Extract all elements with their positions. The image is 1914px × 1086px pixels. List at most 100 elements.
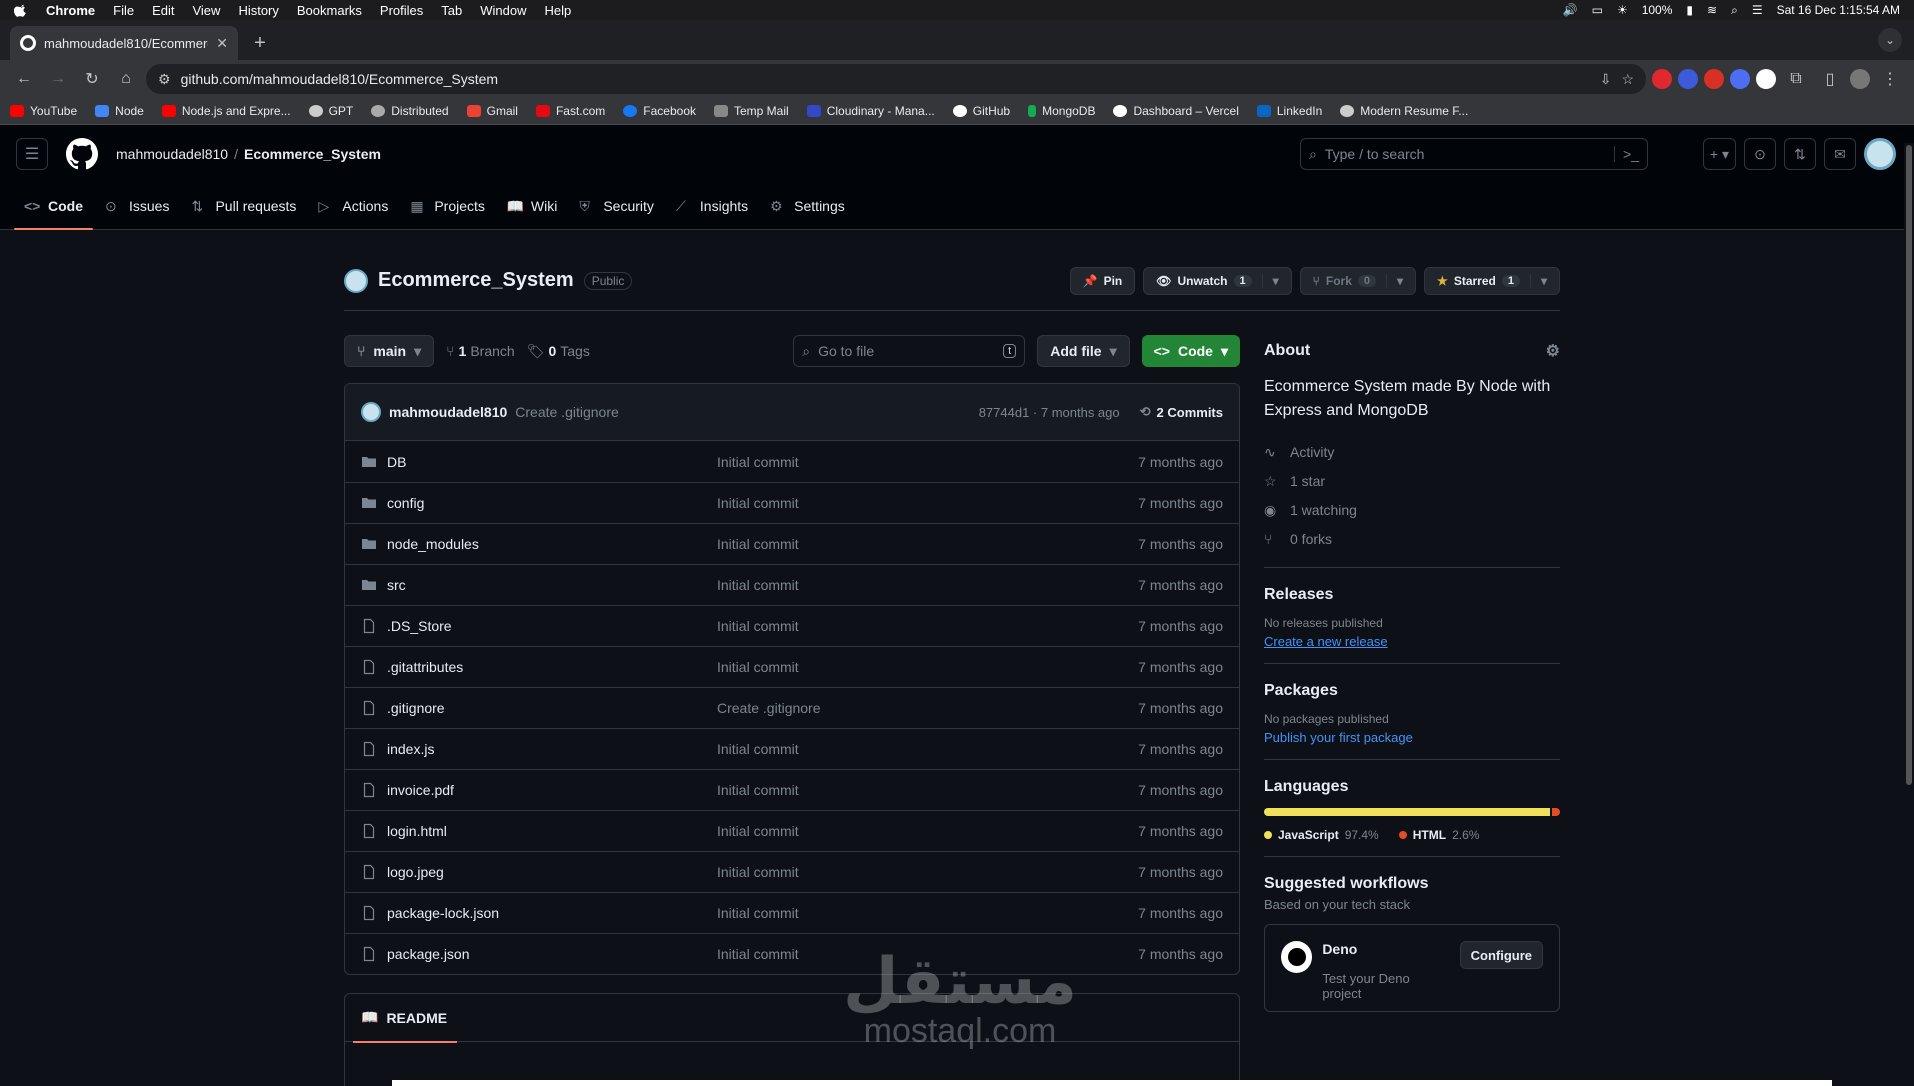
side-panel-icon[interactable]: ▯ <box>1816 65 1844 93</box>
close-tab-icon[interactable]: ✕ <box>216 35 228 52</box>
github-logo-icon[interactable] <box>66 138 98 170</box>
tab-projects[interactable]: ▦ Projects <box>402 198 493 230</box>
back-icon[interactable]: ← <box>10 65 38 93</box>
commit-sha-time[interactable]: 87744d1 · 7 months ago <box>979 405 1120 420</box>
file-commit-message[interactable]: Initial commit <box>717 577 1138 593</box>
file-name[interactable]: .gitattributes <box>387 659 717 675</box>
forward-icon[interactable]: → <box>44 65 72 93</box>
menu-window[interactable]: Window <box>480 3 526 18</box>
commit-author[interactable]: mahmoudadel810 <box>389 404 507 420</box>
bookmark-github[interactable]: GitHub <box>952 104 1010 118</box>
extension-refresh-icon[interactable] <box>1704 69 1724 89</box>
extension-translate-icon[interactable] <box>1730 69 1750 89</box>
user-avatar[interactable] <box>1864 138 1896 170</box>
tab-security[interactable]: ⛨ Security <box>571 198 662 230</box>
starred-button[interactable]: ★ Starred 1 ▾ <box>1424 266 1560 295</box>
file-name[interactable]: invoice.pdf <box>387 782 717 798</box>
wifi-icon[interactable]: ≋ <box>1707 3 1717 17</box>
table-row[interactable]: .DS_Store Initial commit 7 months ago <box>345 605 1239 646</box>
extension-blue-icon[interactable] <box>1678 69 1698 89</box>
forks-link[interactable]: ⑂ 0 forks <box>1264 524 1560 553</box>
publish-package-link[interactable]: Publish your first package <box>1264 730 1560 745</box>
readme-tab[interactable]: 📖 README <box>352 994 458 1043</box>
file-commit-message[interactable]: Initial commit <box>717 659 1138 675</box>
bookmark-mongodb[interactable]: MongoDB <box>1028 104 1095 118</box>
browser-menu-icon[interactable]: ⋮ <box>1876 65 1904 93</box>
battery-icon[interactable]: ▮ <box>1686 3 1693 17</box>
menu-edit[interactable]: Edit <box>152 3 174 18</box>
table-row[interactable]: logo.jpeg Initial commit 7 months ago <box>345 851 1239 892</box>
file-commit-message[interactable]: Initial commit <box>717 454 1138 470</box>
tab-issues[interactable]: ⊙ Issues <box>97 198 177 230</box>
apple-icon[interactable] <box>14 3 28 17</box>
browser-tab[interactable]: mahmoudadel810/Ecommerce ✕ <box>10 26 238 60</box>
table-row[interactable]: node_modules Initial commit 7 months ago <box>345 523 1239 564</box>
file-name[interactable]: index.js <box>387 741 717 757</box>
issues-icon[interactable]: ⊙ <box>1744 138 1776 170</box>
file-name[interactable]: .DS_Store <box>387 618 717 634</box>
tab-pull-requests[interactable]: ⇅ Pull requests <box>183 198 304 230</box>
bookmark-linkedin[interactable]: LinkedIn <box>1256 104 1322 118</box>
scrollbar-thumb[interactable] <box>1906 145 1912 785</box>
bookmark-star-icon[interactable]: ☆ <box>1621 71 1634 88</box>
file-name[interactable]: package-lock.json <box>387 905 717 921</box>
file-name[interactable]: logo.jpeg <box>387 864 717 880</box>
stars-link[interactable]: ☆ 1 star <box>1264 466 1560 495</box>
file-name[interactable]: config <box>387 495 717 511</box>
file-commit-message[interactable]: Initial commit <box>717 536 1138 552</box>
file-commit-message[interactable]: Initial commit <box>717 905 1138 921</box>
table-row[interactable]: src Initial commit 7 months ago <box>345 564 1239 605</box>
control-center-icon[interactable]: ☰ <box>1752 3 1763 17</box>
table-row[interactable]: .gitattributes Initial commit 7 months ago <box>345 646 1239 687</box>
releases-title[interactable]: Releases <box>1264 586 1560 604</box>
tab-wiki[interactable]: 📖 Wiki <box>499 198 565 230</box>
table-row[interactable]: package.json Initial commit 7 months ago <box>345 933 1239 974</box>
display-icon[interactable]: ▭ <box>1592 3 1603 17</box>
configure-button[interactable]: Configure <box>1459 941 1543 969</box>
inbox-icon[interactable]: ✉ <box>1824 138 1856 170</box>
extension-red-icon[interactable] <box>1652 69 1672 89</box>
breadcrumb-owner[interactable]: mahmoudadel810 <box>116 146 228 162</box>
file-name[interactable]: src <box>387 577 717 593</box>
pull-requests-icon[interactable]: ⇅ <box>1784 138 1816 170</box>
file-commit-message[interactable]: Initial commit <box>717 823 1138 839</box>
url-text[interactable]: github.com/mahmoudadel810/Ecommerce_Syst… <box>181 71 1590 87</box>
github-search-input[interactable]: ⌕ Type / to search >_ <box>1300 138 1648 170</box>
table-row[interactable]: login.html Initial commit 7 months ago <box>345 810 1239 851</box>
hamburger-menu-icon[interactable]: ☰ <box>16 138 48 170</box>
table-row[interactable]: package-lock.json Initial commit 7 months … <box>345 892 1239 933</box>
table-row[interactable]: config Initial commit 7 months ago <box>345 482 1239 523</box>
bookmark-distributed[interactable]: Distributed <box>371 104 449 118</box>
file-commit-message[interactable]: Create .gitignore <box>717 700 1138 716</box>
file-name[interactable]: package.json <box>387 946 717 962</box>
bookmark-nodejs-express[interactable]: Node.js and Expre... <box>161 104 291 118</box>
go-to-file-input[interactable]: ⌕ Go to file t <box>793 335 1026 367</box>
file-commit-message[interactable]: Initial commit <box>717 495 1138 511</box>
command-palette-icon[interactable]: >_ <box>1614 146 1639 162</box>
battery-percent[interactable]: 100% <box>1642 3 1673 17</box>
chevron-down-icon[interactable]: ▾ <box>1529 273 1547 288</box>
spotlight-icon[interactable]: ⌕ <box>1731 3 1738 18</box>
file-name[interactable]: .gitignore <box>387 700 717 716</box>
brightness-icon[interactable]: ☀ <box>1617 3 1628 17</box>
bookmark-modern-resume[interactable]: Modern Resume F... <box>1340 104 1468 118</box>
table-row[interactable]: invoice.pdf Initial commit 7 months ago <box>345 769 1239 810</box>
reload-icon[interactable]: ↻ <box>78 65 106 93</box>
chevron-down-icon[interactable]: ▾ <box>1261 273 1279 288</box>
file-commit-message[interactable]: Initial commit <box>717 741 1138 757</box>
site-info-icon[interactable]: ⚙ <box>158 71 171 88</box>
file-name[interactable]: DB <box>387 454 717 470</box>
activity-link[interactable]: ∿ Activity <box>1264 437 1560 466</box>
pin-button[interactable]: 📌 Pin <box>1069 266 1136 295</box>
file-name[interactable]: node_modules <box>387 536 717 552</box>
menu-view[interactable]: View <box>192 3 220 18</box>
menu-tab[interactable]: Tab <box>441 3 462 18</box>
bookmark-vercel[interactable]: Dashboard – Vercel <box>1113 104 1239 118</box>
page-scrollbar[interactable] <box>1904 143 1914 1086</box>
branch-selector[interactable]: ⑂ main ▾ <box>344 335 435 367</box>
code-button[interactable]: <> Code ▾ <box>1141 335 1240 367</box>
table-row[interactable]: .gitignore Create .gitignore 7 months ago <box>345 687 1239 728</box>
menu-file[interactable]: File <box>113 3 134 18</box>
commits-link[interactable]: ⟲ 2 Commits <box>1140 404 1223 420</box>
bookmark-gpt[interactable]: GPT <box>308 104 353 118</box>
